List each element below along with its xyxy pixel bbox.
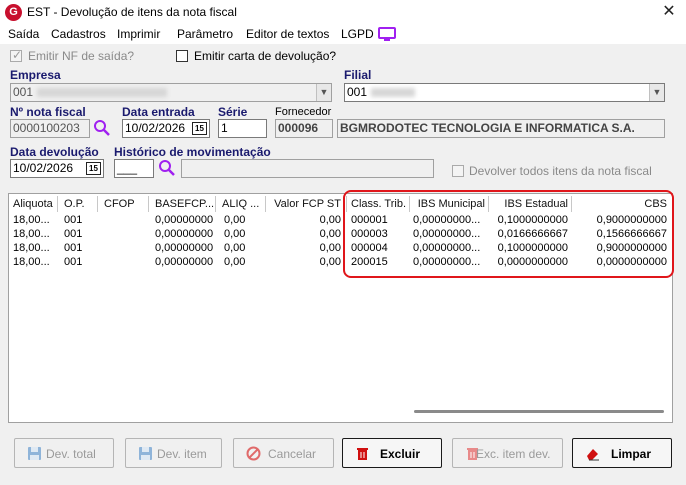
cell-aliq[interactable]: 0,00	[224, 228, 245, 240]
data-devolucao-value: 10/02/2026	[13, 161, 74, 175]
calendar-icon[interactable]: 15	[86, 162, 101, 175]
cell-aliq[interactable]: 0,00	[224, 256, 245, 268]
column-divider[interactable]	[265, 196, 266, 212]
dev-total-label: Dev. total	[46, 447, 96, 461]
data-entrada-value: 10/02/2026	[125, 121, 186, 135]
excluir-label: Excluir	[380, 447, 421, 461]
empresa-label: Empresa	[10, 68, 61, 82]
dev-item-button[interactable]: Dev. item	[125, 438, 222, 468]
nota-fiscal-field[interactable]: 0000100203	[10, 119, 90, 138]
dev-total-button[interactable]: Dev. total	[14, 438, 114, 468]
chevron-down-icon[interactable]: ▼	[316, 84, 331, 101]
excluir-button[interactable]: Excluir	[342, 438, 442, 468]
emit-carta-label: Emitir carta de devolução?	[194, 49, 337, 63]
emit-nf-label: Emitir NF de saída?	[28, 49, 135, 63]
save-icon	[139, 447, 152, 460]
column-divider[interactable]	[97, 196, 98, 212]
check-icon: ✓	[12, 48, 23, 62]
cancel-icon	[246, 446, 261, 461]
column-divider[interactable]	[148, 196, 149, 212]
emit-carta-checkbox[interactable]	[176, 50, 188, 62]
highlight-box	[343, 190, 674, 278]
cell-valor-fcp[interactable]: 0,00	[274, 228, 341, 240]
devolver-todos-label: Devolver todos itens da nota fiscal	[469, 164, 652, 178]
eraser-icon	[587, 449, 599, 461]
cell-op[interactable]: 001	[64, 214, 82, 226]
devolver-todos-checkbox[interactable]	[452, 165, 464, 177]
search-icon[interactable]	[158, 159, 176, 177]
col-header-valor-fcp[interactable]: Valor FCP ST	[274, 196, 341, 212]
exc-item-dev-label: Exc. item dev.	[476, 447, 551, 461]
historico-desc-field	[181, 159, 434, 178]
search-icon[interactable]	[93, 119, 111, 137]
cell-aliq[interactable]: 0,00	[224, 242, 245, 254]
emit-nf-checkbox[interactable]: ✓	[10, 48, 23, 62]
menu-saida[interactable]: Saída	[8, 27, 39, 41]
cell-aliquota[interactable]: 18,00...	[13, 228, 50, 240]
title-bar: G EST - Devolução de itens da nota fisca…	[0, 0, 686, 24]
empresa-select[interactable]: 001 ▼	[10, 83, 332, 102]
column-divider[interactable]	[215, 196, 216, 212]
save-icon	[28, 447, 41, 460]
horizontal-scrollbar[interactable]	[414, 410, 664, 413]
limpar-button[interactable]: Limpar	[572, 438, 672, 468]
window-title: EST - Devolução de itens da nota fiscal	[27, 5, 237, 19]
cell-aliq[interactable]: 0,00	[224, 214, 245, 226]
fornecedor-label: Fornecedor	[275, 106, 332, 118]
data-entrada-field[interactable]: 10/02/2026 15	[122, 119, 210, 138]
filial-select[interactable]: 001 ▼	[344, 83, 665, 102]
data-devolucao-field[interactable]: 10/02/2026 15	[10, 159, 104, 178]
cell-basefcp[interactable]: 0,00000000	[155, 214, 213, 226]
cell-aliquota[interactable]: 18,00...	[13, 242, 50, 254]
cell-valor-fcp[interactable]: 0,00	[274, 214, 341, 226]
cancelar-button[interactable]: Cancelar	[233, 438, 334, 468]
data-devolucao-label: Data devolução	[10, 145, 99, 159]
cancelar-label: Cancelar	[268, 447, 317, 461]
menu-imprimir[interactable]: Imprimir	[117, 27, 160, 41]
cell-basefcp[interactable]: 0,00000000	[155, 242, 213, 254]
filial-name-redacted	[371, 88, 416, 98]
cell-basefcp[interactable]: 0,00000000	[155, 256, 213, 268]
filial-label: Filial	[344, 68, 372, 82]
menu-parametro[interactable]: Parâmetro	[177, 27, 233, 41]
menu-bar: Saída Cadastros Imprimir Parâmetro Edito…	[0, 24, 686, 44]
cell-valor-fcp[interactable]: 0,00	[274, 242, 341, 254]
menu-editor-textos[interactable]: Editor de textos	[246, 27, 329, 41]
calendar-icon[interactable]: 15	[192, 122, 207, 135]
historico-label: Histórico de movimentação	[114, 145, 271, 159]
dev-item-label: Dev. item	[157, 447, 207, 461]
column-divider[interactable]	[57, 196, 58, 212]
menu-cadastros[interactable]: Cadastros	[51, 27, 106, 41]
col-header-cfop[interactable]: CFOP	[104, 196, 135, 212]
col-header-aliquota[interactable]: Aliquota	[13, 196, 53, 212]
cell-aliquota[interactable]: 18,00...	[13, 256, 50, 268]
trash-icon	[357, 448, 368, 460]
data-entrada-label: Data entrada	[122, 105, 195, 119]
nota-fiscal-label: Nº nota fiscal	[10, 105, 86, 119]
exc-item-dev-button[interactable]: Exc. item dev.	[452, 438, 563, 468]
cell-aliquota[interactable]: 18,00...	[13, 214, 50, 226]
cell-op[interactable]: 001	[64, 228, 82, 240]
app-logo-icon: G	[5, 4, 22, 21]
serie-label: Série	[218, 105, 248, 119]
close-icon[interactable]: ✕	[659, 2, 679, 22]
cell-op[interactable]: 001	[64, 242, 82, 254]
filial-value: 001	[347, 85, 368, 99]
serie-field[interactable]: 1	[218, 119, 267, 138]
col-header-aliq[interactable]: ALIQ ...	[222, 196, 259, 212]
monitor-icon[interactable]	[378, 27, 396, 41]
cell-op[interactable]: 001	[64, 256, 82, 268]
fornecedor-name-field: BGMRODOTEC TECNOLOGIA E INFORMATICA S.A.	[337, 119, 665, 138]
chevron-down-icon[interactable]: ▼	[649, 84, 664, 101]
cell-basefcp[interactable]: 0,00000000	[155, 228, 213, 240]
fornecedor-code-field: 000096	[275, 119, 333, 138]
empresa-value: 001	[13, 85, 34, 99]
empresa-name-redacted	[37, 88, 168, 98]
col-header-op[interactable]: O.P.	[64, 196, 85, 212]
col-header-basefcp[interactable]: BASEFCP...	[155, 196, 214, 212]
limpar-label: Limpar	[611, 447, 652, 461]
historico-code-field[interactable]: ___	[114, 159, 154, 178]
cell-valor-fcp[interactable]: 0,00	[274, 256, 341, 268]
menu-lgpd[interactable]: LGPD	[341, 27, 374, 41]
